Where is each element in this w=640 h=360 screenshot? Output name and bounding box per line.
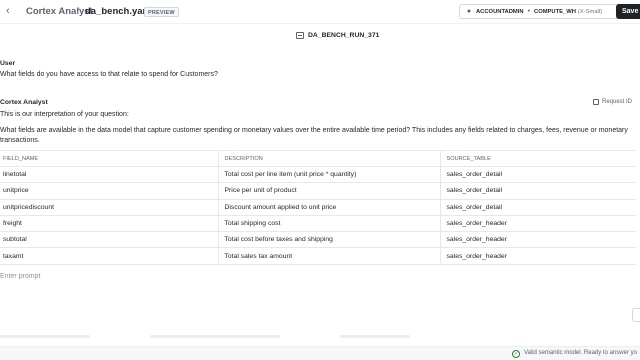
- table-row: unitprice Price per unit of product sale…: [0, 182, 636, 200]
- context-separator: •: [527, 8, 531, 15]
- column-header-source-table[interactable]: SOURCE_TABLE: [439, 150, 636, 167]
- preview-badge: PREVIEW: [144, 7, 179, 17]
- table-row: linetotal Total cost per line item (unit…: [0, 166, 636, 184]
- table-row: freight Total shipping cost sales_order_…: [0, 215, 636, 233]
- faded-cell: [0, 335, 90, 338]
- cell-source-table: sales_order_detail: [439, 199, 636, 216]
- table-header-row: FIELD_NAME DESCRIPTION SOURCE_TABLE: [0, 150, 636, 167]
- role-label: ACCOUNTADMIN: [476, 8, 524, 15]
- cell-description: Total sales tax amount: [217, 247, 440, 265]
- cell-description: Discount amount applied to unit price: [217, 199, 440, 216]
- cell-description: Total cost before taxes and shipping: [217, 231, 440, 249]
- status-bar: ✓ Valid semantic model. Ready to answer …: [0, 346, 640, 360]
- analyst-role-label: Cortex Analyst: [0, 99, 48, 106]
- results-table: FIELD_NAME DESCRIPTION SOURCE_TABLE line…: [0, 150, 636, 265]
- breadcrumb-separator: /: [77, 6, 80, 17]
- run-title: DA_BENCH_RUN_371: [296, 32, 379, 39]
- request-id-label: Request ID: [602, 99, 633, 105]
- user-role-label: User: [0, 60, 16, 67]
- warehouse-size: (X-Small): [577, 8, 603, 15]
- scroll-down-button[interactable]: [632, 308, 640, 322]
- save-button[interactable]: Save: [616, 4, 640, 19]
- cell-source-table: sales_order_header: [439, 215, 636, 233]
- table-row: taxamt Total sales tax amount sales_orde…: [0, 247, 636, 265]
- request-id-button[interactable]: Request ID: [593, 99, 632, 105]
- interpreted-question: What fields are available in the data mo…: [0, 127, 628, 144]
- table-row: subtotal Total cost before taxes and shi…: [0, 231, 636, 249]
- context-selector[interactable]: ● ACCOUNTADMIN • COMPUTE_WH (X-Small): [459, 4, 631, 19]
- cell-field-name: unitprice: [0, 182, 218, 200]
- cell-description: Total shipping cost: [217, 215, 440, 233]
- save-label: Save: [622, 8, 639, 15]
- check-circle-icon: ✓: [512, 350, 520, 358]
- cell-source-table: sales_order_header: [439, 231, 636, 249]
- status-text: Valid semantic model. Ready to answer yo: [524, 350, 637, 356]
- cell-field-name: linetotal: [0, 166, 218, 184]
- faded-cell: [150, 335, 280, 338]
- cell-description: Price per unit of product: [217, 182, 440, 200]
- user-message: What fields do you have access to that r…: [0, 71, 218, 78]
- warehouse-label: COMPUTE_WH: [534, 8, 576, 15]
- faded-cell: [340, 335, 410, 338]
- cell-field-name: unitpricediscount: [0, 199, 218, 216]
- cell-source-table: sales_order_detail: [439, 182, 636, 200]
- cell-field-name: subtotal: [0, 231, 218, 249]
- document-icon: [296, 32, 304, 39]
- interpretation-intro: This is our interpretation of your quest…: [0, 111, 129, 118]
- table-row: unitpricediscount Discount amount applie…: [0, 199, 636, 216]
- back-button[interactable]: ‹: [6, 5, 18, 17]
- cell-source-table: sales_order_header: [439, 247, 636, 265]
- copy-icon: [593, 99, 599, 105]
- person-icon: ●: [466, 8, 472, 15]
- cell-description: Total cost per line item (unit price * q…: [217, 166, 440, 184]
- top-bar: ‹ Cortex Analyst / da_bench.yaml PREVIEW…: [0, 0, 640, 24]
- prompt-input[interactable]: Enter prompt: [0, 273, 40, 280]
- cell-field-name: freight: [0, 215, 218, 233]
- column-header-field-name[interactable]: FIELD_NAME: [0, 150, 218, 167]
- run-title-text: DA_BENCH_RUN_371: [308, 32, 380, 39]
- cell-source-table: sales_order_detail: [439, 166, 636, 184]
- breadcrumb-app[interactable]: Cortex Analyst: [26, 6, 93, 17]
- faded-table-row: [0, 332, 540, 342]
- column-header-description[interactable]: DESCRIPTION: [217, 150, 440, 167]
- cell-field-name: taxamt: [0, 247, 218, 265]
